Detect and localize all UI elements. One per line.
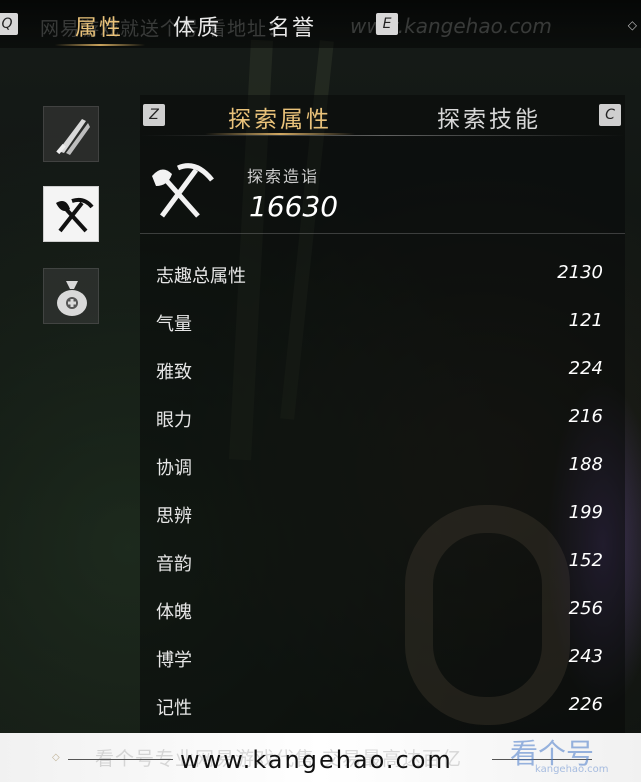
sub-tab-divider bbox=[140, 135, 625, 136]
key-hint-e: E bbox=[376, 13, 398, 35]
stat-label: 志趣总属性 bbox=[156, 266, 246, 287]
stat-row: 博学 243 bbox=[140, 634, 625, 682]
shovel-pickaxe-icon bbox=[56, 197, 94, 233]
stat-label: 音韵 bbox=[156, 554, 192, 575]
stat-row: 气量 121 bbox=[140, 298, 625, 346]
stat-row: 思辨 199 bbox=[140, 490, 625, 538]
stat-value: 121 bbox=[568, 310, 603, 331]
stat-row: 记性 226 bbox=[140, 682, 625, 730]
stat-value: 256 bbox=[568, 598, 603, 619]
sidebar-item-money[interactable] bbox=[43, 268, 99, 324]
stat-value: 226 bbox=[568, 694, 603, 715]
stat-value: 216 bbox=[568, 406, 603, 427]
skill-value: 16630 bbox=[249, 190, 339, 223]
key-hint-q: Q bbox=[0, 13, 18, 35]
money-bag-icon bbox=[57, 281, 87, 316]
skill-badge bbox=[148, 158, 218, 226]
key-hint-z: Z bbox=[143, 104, 165, 126]
stat-label: 眼力 bbox=[156, 410, 192, 431]
sword-icon bbox=[56, 119, 90, 155]
key-hint-c: C bbox=[599, 104, 621, 126]
stat-row: 体魄 256 bbox=[140, 586, 625, 634]
diamond-ornament-icon: ◇ bbox=[52, 752, 60, 763]
stat-value: 152 bbox=[568, 550, 603, 571]
stat-label: 气量 bbox=[156, 314, 192, 335]
tab-explore-attributes[interactable]: 探索属性 bbox=[228, 100, 332, 134]
stat-label: 协调 bbox=[156, 458, 192, 479]
stat-value: 224 bbox=[568, 358, 603, 379]
active-sub-tab-underline bbox=[205, 133, 355, 135]
skill-divider bbox=[140, 233, 625, 234]
watermark-bottom-url: www.kangehao.com bbox=[180, 746, 453, 774]
stat-label: 记性 bbox=[156, 698, 192, 719]
stat-label: 博学 bbox=[156, 650, 192, 671]
stat-row: 音韵 152 bbox=[140, 538, 625, 586]
tab-reputation[interactable]: 名誉 bbox=[268, 10, 316, 42]
stat-value: 2130 bbox=[557, 262, 603, 283]
watermark-rule-left bbox=[68, 759, 173, 760]
watermark-logo-sub: kangehao.com bbox=[535, 764, 609, 775]
stat-row: 协调 188 bbox=[140, 442, 625, 490]
tab-attributes[interactable]: 属性 bbox=[75, 10, 123, 42]
sidebar-item-weapon[interactable] bbox=[43, 106, 99, 162]
stat-value: 243 bbox=[568, 646, 603, 667]
stat-value: 188 bbox=[568, 454, 603, 475]
tab-constitution[interactable]: 体质 bbox=[173, 10, 221, 42]
stat-label: 思辨 bbox=[156, 506, 192, 527]
stat-label: 体魄 bbox=[156, 602, 192, 623]
tab-explore-skills[interactable]: 探索技能 bbox=[437, 100, 541, 134]
sidebar-item-explore[interactable] bbox=[43, 186, 99, 242]
stat-row: 眼力 216 bbox=[140, 394, 625, 442]
active-tab-underline bbox=[55, 44, 145, 46]
stat-row-total: 志趣总属性 2130 bbox=[140, 250, 625, 298]
shovel-pickaxe-icon bbox=[152, 163, 214, 218]
stat-label: 雅致 bbox=[156, 362, 192, 383]
diamond-ornament-icon: ◇ bbox=[627, 18, 637, 32]
stat-row: 雅致 224 bbox=[140, 346, 625, 394]
skill-label: 探索造诣 bbox=[247, 167, 320, 186]
stat-value: 199 bbox=[568, 502, 603, 523]
